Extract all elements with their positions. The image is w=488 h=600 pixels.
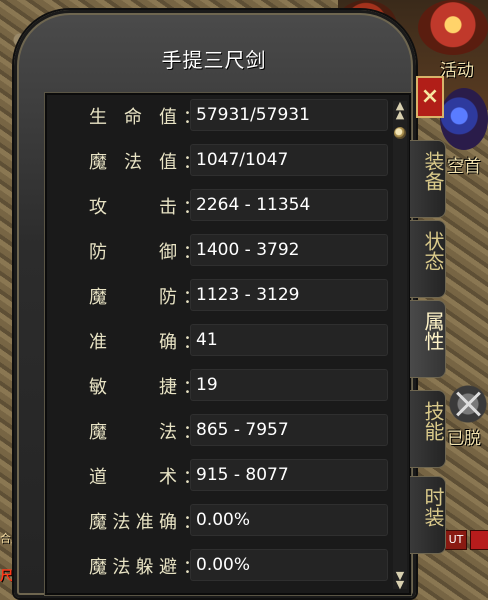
stat-row: 魔法值： 1047/1047: [45, 138, 390, 183]
stat-value-box: 41: [190, 324, 388, 356]
stat-value-box: 0.00%: [190, 549, 388, 581]
stat-value: 0.00%: [196, 510, 251, 530]
stat-value-box: 0.00%: [190, 504, 388, 536]
stat-label: 魔法: [89, 422, 177, 443]
stat-value: 1400 - 3792: [196, 240, 300, 260]
stat-value-box: 1123 - 3129: [190, 279, 388, 311]
stat-label: 道术: [89, 467, 177, 488]
stat-value-box: 57931/57931: [190, 99, 388, 131]
hud-unequipped-label: 已脱: [447, 429, 481, 449]
scroll-down-icon[interactable]: ▼ ▼: [393, 570, 407, 590]
stat-label: 防御: [89, 242, 177, 263]
stat-value-box: 2264 - 11354: [190, 189, 388, 221]
stat-row: 魔防： 1123 - 3129: [45, 273, 390, 318]
red-hud-button[interactable]: [470, 530, 488, 550]
stat-row: 攻击： 2264 - 11354: [45, 183, 390, 228]
stat-value: 1047/1047: [196, 150, 289, 170]
stat-row: 准确： 41: [45, 318, 390, 363]
title-bar: 手提三尺剑: [104, 22, 324, 72]
stat-row: 魔法躲避： 0.00%: [45, 543, 390, 588]
stat-label: 生命值: [89, 107, 177, 128]
stat-row: 道术： 915 - 8077: [45, 453, 390, 498]
tab-label: 属性: [421, 311, 445, 351]
stat-label: 魔法准确: [89, 512, 177, 533]
attributes-list: 生命值： 57931/57931 魔法值： 1047/1047 攻击： 2264…: [44, 92, 412, 596]
tab-label: 时装: [421, 487, 445, 527]
scroll-up-icon[interactable]: ▲ ▲: [393, 100, 407, 120]
panel-title: 手提三尺剑: [161, 48, 267, 72]
stat-value-box: 865 - 7957: [190, 414, 388, 446]
stat-value: 915 - 8077: [196, 465, 289, 485]
stat-value-box: 915 - 8077: [190, 459, 388, 491]
stat-value-box: 1400 - 3792: [190, 234, 388, 266]
character-attributes-panel: 手提三尺剑 生命值： 57931/57931 魔法值： 1047/1047 攻击…: [14, 10, 416, 598]
tab-status[interactable]: 状态: [410, 220, 446, 298]
stat-value-box: 19: [190, 369, 388, 401]
stat-value: 19: [196, 375, 218, 395]
tab-fashion[interactable]: 时装: [410, 476, 446, 554]
tab-label: 装备: [421, 151, 445, 191]
tab-attributes[interactable]: 属性: [410, 300, 446, 378]
stat-label: 敏捷: [89, 377, 177, 398]
stat-value: 2264 - 11354: [196, 195, 311, 215]
rank-emblem-icon[interactable]: [440, 88, 488, 150]
sword-icon[interactable]: [448, 384, 488, 424]
gift-icon[interactable]: [418, 0, 488, 55]
close-button[interactable]: ×: [416, 76, 444, 118]
stat-label: 魔法值: [89, 152, 177, 173]
stat-row: 生命值： 57931/57931: [45, 93, 390, 138]
tab-label: 状态: [421, 231, 445, 271]
tab-label: 技能: [421, 401, 445, 441]
stat-label: 魔防: [89, 287, 177, 308]
stat-value: 41: [196, 330, 218, 350]
hud-left-red-label: 尺: [0, 569, 14, 584]
stat-value-box: 1047/1047: [190, 144, 388, 176]
scrollbar[interactable]: ▲ ▲ ▼ ▼: [393, 100, 407, 590]
tab-skills[interactable]: 技能: [410, 390, 446, 468]
hud-empty-hand-label: 空首: [447, 157, 481, 177]
tab-equipment[interactable]: 装备: [410, 140, 446, 218]
stat-label: 准确: [89, 332, 177, 353]
stat-value: 57931/57931: [196, 105, 310, 125]
stat-row: 敏捷： 19: [45, 363, 390, 408]
scroll-thumb[interactable]: [394, 127, 406, 139]
stat-label: 魔法躲避: [89, 557, 177, 578]
stat-row: 魔法准确： 0.00%: [45, 498, 390, 543]
ut-button[interactable]: UT: [445, 530, 467, 550]
activity-button[interactable]: 活动: [440, 56, 474, 81]
stat-row: 魔法： 865 - 7957: [45, 408, 390, 453]
stat-label: 攻击: [89, 197, 177, 218]
stat-value: 0.00%: [196, 555, 251, 575]
stat-row: 防御： 1400 - 3792: [45, 228, 390, 273]
stat-value: 1123 - 3129: [196, 285, 300, 305]
stat-value: 865 - 7957: [196, 420, 289, 440]
